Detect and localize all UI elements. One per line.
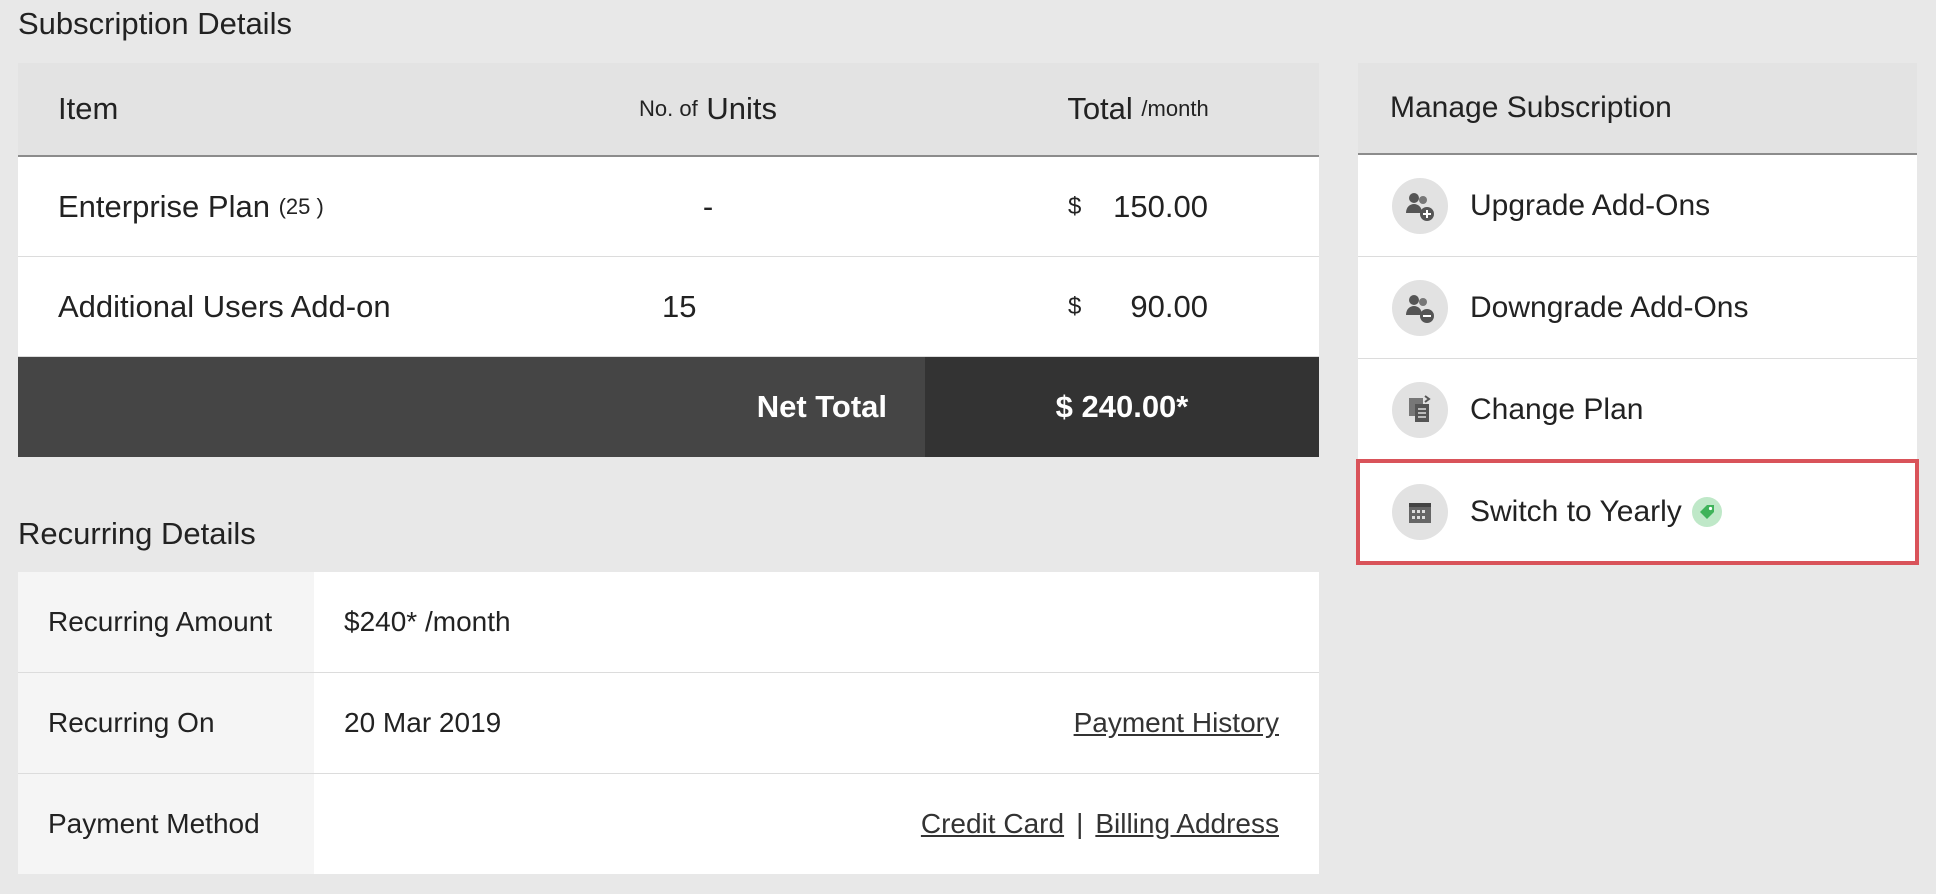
row-units: 15 [662,288,697,324]
recurring-amount-value: $240* /month [344,606,511,637]
row-amount: 150.00 [1113,188,1208,224]
recurring-details-title: Recurring Details [18,516,256,551]
table-row: Recurring Amount $240* /month [18,572,1319,673]
row-amount: 90.00 [1130,288,1208,324]
change-plan-label: Change Plan [1470,392,1644,426]
net-total-label: Net Total [756,389,887,424]
calendar-icon [1392,483,1448,540]
net-total-value: $ 240.00* [925,357,1319,457]
tag-icon [1691,496,1722,527]
recurring-on-value: 20 Mar 2019 [344,707,502,738]
manage-subscription-panel: Manage Subscription Upgrade Add-Ons Down… [1356,63,1919,565]
upgrade-addons-label: Upgrade Add-Ons [1470,188,1711,222]
upgrade-addons-button[interactable]: Upgrade Add-Ons [1358,155,1917,257]
subscription-details-title: Subscription Details [18,6,292,41]
table-row: Payment Method Credit Card | Billing Add… [18,774,1319,874]
header-units-prefix: No. of [639,96,698,121]
header-units-label: Units [706,91,777,126]
header-total-label: Total [1067,91,1133,126]
downgrade-addons-button[interactable]: Downgrade Add-Ons [1358,257,1917,359]
row-currency: $ [1068,292,1082,320]
header-total: Total /month [958,63,1318,155]
recurring-on-cell: 20 Mar 2019 Payment History [314,673,1319,773]
row-total: $ 90.00 [958,257,1318,356]
recurring-on-label: Recurring On [18,673,314,773]
document-swap-icon [1392,381,1448,438]
users-plus-icon [1392,177,1448,234]
manage-subscription-title: Manage Subscription [1358,63,1917,155]
switch-to-yearly-label: Switch to Yearly [1470,494,1682,528]
row-total: $ 150.00 [958,157,1318,256]
payment-history-link[interactable]: Payment History [1074,707,1279,739]
recurring-amount-label: Recurring Amount [18,572,314,672]
header-item: Item [58,91,119,126]
table-row: Enterprise Plan (25 ) - $ 150.00 [18,157,1319,257]
row-item-name: Additional Users Add-on [58,288,391,324]
switch-to-yearly-button[interactable]: Switch to Yearly [1356,459,1919,565]
row-item: Enterprise Plan (25 ) [58,157,324,256]
table-row: Additional Users Add-on 15 $ 90.00 [18,257,1319,357]
downgrade-addons-label: Downgrade Add-Ons [1470,290,1749,324]
row-currency: $ [1068,192,1082,220]
net-total-row: Net Total $ 240.00* [18,357,1319,457]
change-plan-button[interactable]: Change Plan [1358,359,1917,461]
recurring-details-table: Recurring Amount $240* /month Recurring … [18,572,1319,874]
payment-method-cell: Credit Card | Billing Address [314,774,1319,874]
payment-method-label: Payment Method [18,774,314,874]
row-item-name: Enterprise Plan [58,188,270,224]
table-row: Recurring On 20 Mar 2019 Payment History [18,673,1319,774]
header-total-suffix: /month [1141,96,1209,121]
link-separator: | [1076,808,1084,839]
billing-address-link[interactable]: Billing Address [1095,808,1279,840]
subscription-table: Item No. of Units Total /month Enterpris… [18,63,1319,457]
row-units: - [702,188,714,224]
row-item-qualifier: (25 ) [278,193,324,219]
row-item: Additional Users Add-on [58,257,391,356]
subscription-table-header: Item No. of Units Total /month [18,63,1319,157]
users-minus-icon [1392,279,1448,336]
header-units: No. of Units [498,63,918,155]
credit-card-link[interactable]: Credit Card [921,808,1064,840]
